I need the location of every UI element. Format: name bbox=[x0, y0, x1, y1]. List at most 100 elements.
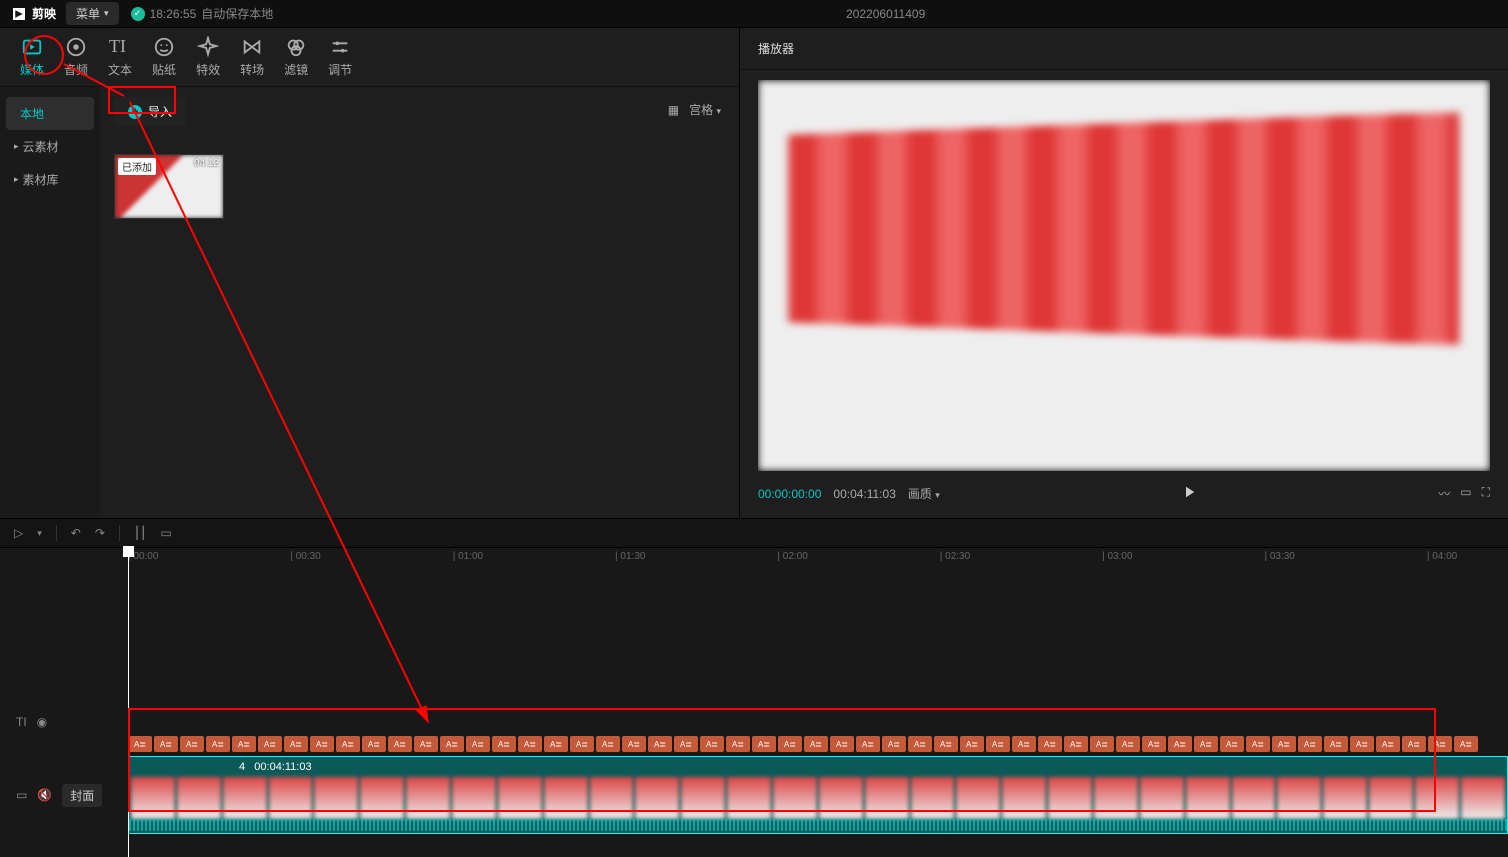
text-marker[interactable]: A≣ bbox=[830, 736, 854, 752]
layout-switch[interactable]: 宫格 ▾ bbox=[689, 101, 721, 118]
timeline-toolbar: ▷ ▾ ↶ ↷ ⎮⎮ ▭ bbox=[0, 518, 1508, 548]
grid-view-icon[interactable]: ▦ bbox=[668, 103, 679, 117]
text-marker[interactable]: A≣ bbox=[1454, 736, 1478, 752]
sidebar-item[interactable]: ▸素材库 bbox=[0, 163, 100, 196]
quality-selector[interactable]: 画质 ▾ bbox=[908, 485, 940, 502]
text-marker[interactable]: A≣ bbox=[440, 736, 464, 752]
clip-thumb bbox=[452, 777, 496, 819]
text-marker[interactable]: A≣ bbox=[622, 736, 646, 752]
text-marker[interactable]: A≣ bbox=[1090, 736, 1114, 752]
clip-thumb bbox=[911, 777, 955, 819]
text-marker[interactable]: A≣ bbox=[518, 736, 542, 752]
text-marker[interactable]: A≣ bbox=[362, 736, 386, 752]
cover-button[interactable]: 封面 bbox=[62, 784, 102, 807]
text-marker[interactable]: A≣ bbox=[1012, 736, 1036, 752]
text-marker[interactable]: A≣ bbox=[1246, 736, 1270, 752]
tab-audio[interactable]: 音频 bbox=[64, 36, 88, 86]
text-marker[interactable]: A≣ bbox=[1350, 736, 1374, 752]
text-marker[interactable]: A≣ bbox=[1428, 736, 1452, 752]
marker-track[interactable]: A≣A≣A≣A≣A≣A≣A≣A≣A≣A≣A≣A≣A≣A≣A≣A≣A≣A≣A≣A≣… bbox=[128, 736, 1508, 756]
fullscreen-icon[interactable]: ⛶ bbox=[1482, 485, 1490, 502]
text-marker[interactable]: A≣ bbox=[414, 736, 438, 752]
text-marker[interactable]: A≣ bbox=[1324, 736, 1348, 752]
import-button[interactable]: + 导入 bbox=[114, 97, 186, 126]
text-marker[interactable]: A≣ bbox=[960, 736, 984, 752]
text-marker[interactable]: A≣ bbox=[180, 736, 204, 752]
text-marker[interactable]: A≣ bbox=[934, 736, 958, 752]
text-marker[interactable]: A≣ bbox=[206, 736, 230, 752]
text-marker[interactable]: A≣ bbox=[1168, 736, 1192, 752]
text-marker[interactable]: A≣ bbox=[1064, 736, 1088, 752]
delete-icon[interactable]: ▭ bbox=[160, 526, 171, 540]
text-marker[interactable]: A≣ bbox=[336, 736, 360, 752]
text-marker[interactable]: A≣ bbox=[648, 736, 672, 752]
text-marker[interactable]: A≣ bbox=[778, 736, 802, 752]
text-marker[interactable]: A≣ bbox=[986, 736, 1010, 752]
fit-screen-icon[interactable]: ▭ bbox=[1460, 485, 1471, 502]
text-marker[interactable]: A≣ bbox=[1038, 736, 1062, 752]
tab-trans[interactable]: 转场 bbox=[240, 36, 264, 86]
text-marker[interactable]: A≣ bbox=[388, 736, 412, 752]
clip-thumb bbox=[819, 777, 863, 819]
text-marker[interactable]: A≣ bbox=[908, 736, 932, 752]
text-marker[interactable]: A≣ bbox=[1194, 736, 1218, 752]
text-marker[interactable]: A≣ bbox=[596, 736, 620, 752]
text-marker[interactable]: A≣ bbox=[1116, 736, 1140, 752]
play-button[interactable] bbox=[952, 483, 1426, 504]
tab-text[interactable]: TI文本 bbox=[108, 36, 132, 86]
tab-filter[interactable]: 滤镜 bbox=[284, 36, 308, 86]
text-marker[interactable]: A≣ bbox=[1142, 736, 1166, 752]
mute-icon[interactable]: 🔇 bbox=[37, 788, 52, 802]
clip-thumb bbox=[544, 777, 588, 819]
text-marker[interactable]: A≣ bbox=[258, 736, 282, 752]
tab-media[interactable]: 媒体 bbox=[20, 36, 44, 86]
text-marker[interactable]: A≣ bbox=[1220, 736, 1244, 752]
text-marker[interactable]: A≣ bbox=[310, 736, 334, 752]
tab-label: 媒体 bbox=[20, 61, 44, 78]
text-marker[interactable]: A≣ bbox=[726, 736, 750, 752]
text-marker[interactable]: A≣ bbox=[752, 736, 776, 752]
text-marker[interactable]: A≣ bbox=[232, 736, 256, 752]
text-marker[interactable]: A≣ bbox=[1272, 736, 1296, 752]
text-marker[interactable]: A≣ bbox=[674, 736, 698, 752]
text-marker[interactable]: A≣ bbox=[466, 736, 490, 752]
text-track-icon[interactable]: TI bbox=[16, 715, 27, 729]
text-marker[interactable]: A≣ bbox=[1376, 736, 1400, 752]
text-marker[interactable]: A≣ bbox=[544, 736, 568, 752]
tab-adjust[interactable]: 调节 bbox=[328, 36, 352, 86]
text-marker[interactable]: A≣ bbox=[700, 736, 724, 752]
tab-sticker[interactable]: 贴纸 bbox=[152, 36, 176, 86]
selection-tool-icon[interactable]: ▷ bbox=[14, 526, 23, 540]
text-marker[interactable]: A≣ bbox=[856, 736, 880, 752]
media-item[interactable]: 已添加04:12 bbox=[114, 154, 224, 219]
tab-effect[interactable]: 特效 bbox=[196, 36, 220, 86]
text-marker[interactable]: A≣ bbox=[804, 736, 828, 752]
waveform-toggle-icon[interactable]: 〰 bbox=[1438, 485, 1450, 502]
text-marker[interactable]: A≣ bbox=[154, 736, 178, 752]
text-marker[interactable]: A≣ bbox=[128, 736, 152, 752]
player-viewport[interactable] bbox=[758, 80, 1490, 471]
text-marker[interactable]: A≣ bbox=[492, 736, 516, 752]
added-badge: 已添加 bbox=[118, 158, 156, 175]
tool-dropdown-icon[interactable]: ▾ bbox=[37, 528, 42, 539]
text-marker[interactable]: A≣ bbox=[1298, 736, 1322, 752]
undo-icon[interactable]: ↶ bbox=[71, 526, 81, 540]
timecode-current: 00:00:00:00 bbox=[758, 487, 821, 501]
split-icon[interactable]: ⎮⎮ bbox=[134, 526, 147, 540]
text-marker[interactable]: A≣ bbox=[882, 736, 906, 752]
sidebar-item[interactable]: 本地 bbox=[6, 97, 94, 130]
playhead[interactable] bbox=[128, 548, 129, 857]
text-marker[interactable]: A≣ bbox=[284, 736, 308, 752]
tab-label: 音频 bbox=[64, 61, 88, 78]
video-track-icon[interactable]: ▭ bbox=[16, 788, 27, 802]
sidebar-item[interactable]: ▸云素材 bbox=[0, 130, 100, 163]
timeline-ruler[interactable]: | 00:00| 00:30| 01:00| 01:30| 02:00| 02:… bbox=[128, 548, 1508, 568]
redo-icon[interactable]: ↷ bbox=[95, 526, 105, 540]
video-clip[interactable]: 4 00:04:11:03 bbox=[128, 756, 1508, 834]
text-marker[interactable]: A≣ bbox=[570, 736, 594, 752]
clip-thumb bbox=[635, 777, 679, 819]
visibility-icon[interactable]: ◉ bbox=[37, 715, 47, 729]
clip-thumb bbox=[1048, 777, 1092, 819]
menu-button[interactable]: 菜单 ▾ bbox=[66, 2, 119, 25]
text-marker[interactable]: A≣ bbox=[1402, 736, 1426, 752]
